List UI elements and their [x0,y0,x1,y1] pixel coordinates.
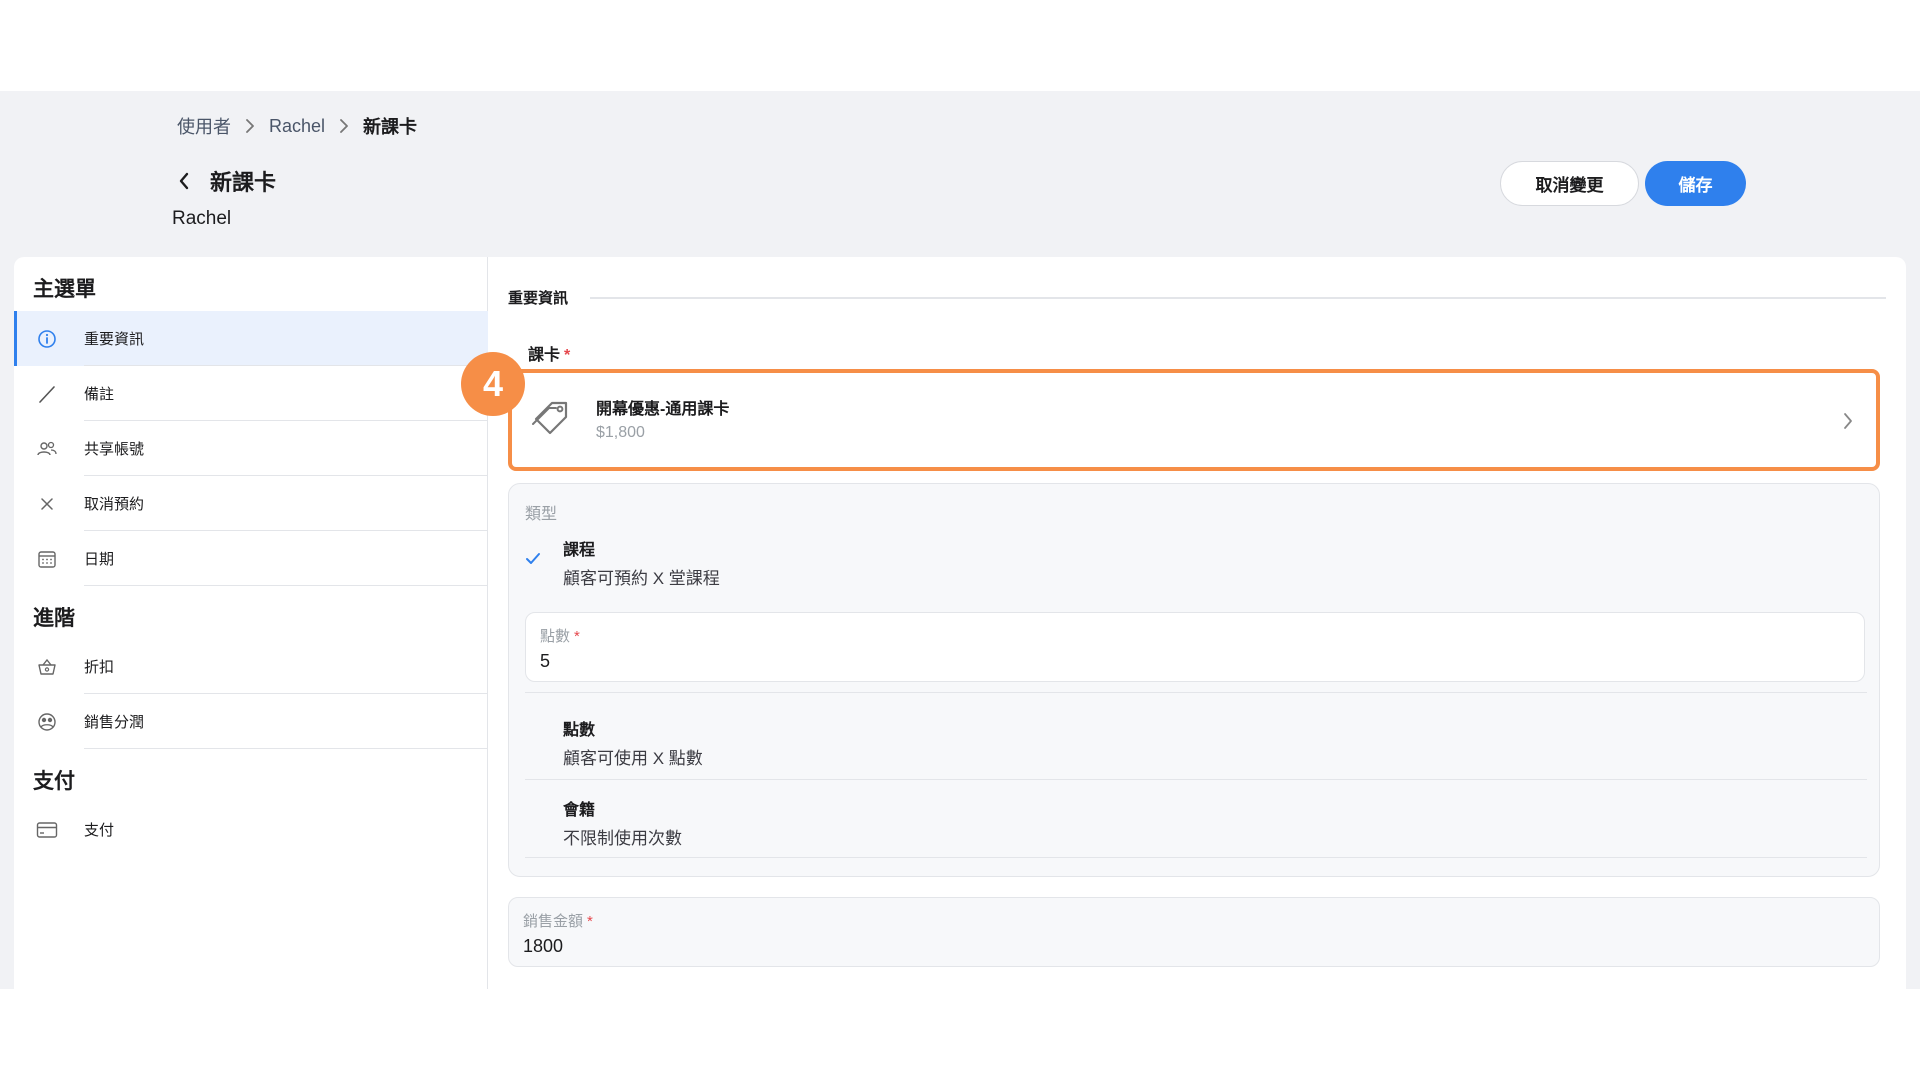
main-panel: 重要資訊 課卡 * 開幕優惠-通用課卡 $1,800 類型 課程 顧客可預約 X … [488,257,1906,989]
course-card-field-label: 課卡 * [528,341,570,365]
sale-amount-field[interactable]: 銷售金額 * 1800 [508,897,1880,967]
breadcrumb-users[interactable]: 使用者 [177,113,231,139]
users-icon [36,438,58,460]
check-icon [525,552,541,571]
section-divider [590,297,1886,299]
page-title: 新課卡 [210,170,277,195]
section-title-key-info: 重要資訊 [508,290,569,307]
course-card-price: $1,800 [596,424,645,441]
app-area: 使用者 Rachel 新課卡 新課卡 Rachel 取消變更 儲存 主選單 重要… [0,91,1920,989]
save-button[interactable]: 儲存 [1645,161,1746,206]
section-title-main: 主選單 [33,278,96,301]
sidebar-item-notes[interactable]: 備註 [14,366,488,421]
credit-card-icon [36,819,58,841]
sidebar-item-label: 取消預約 [84,496,145,513]
points-field-value[interactable]: 5 [540,651,550,672]
option-divider [509,692,1881,694]
calendar-icon [36,548,58,570]
sidebar-item-key-info[interactable]: 重要資訊 [14,311,488,366]
sidebar: 主選單 重要資訊 備註 共享帳號 取消預約 日期 進階 折扣 銷售分潤 支付 支… [14,257,488,989]
option-description: 不限制使用次數 [563,829,682,848]
divider [84,585,488,586]
sidebar-item-label: 備註 [84,386,115,403]
sidebar-item-label: 重要資訊 [84,331,145,348]
sidebar-item-payment[interactable]: 支付 [14,802,488,857]
course-card-label-text: 課卡 [528,347,561,364]
sidebar-item-commission[interactable]: 銷售分潤 [14,694,488,749]
section-title-payment: 支付 [33,770,75,793]
required-mark: * [587,913,593,930]
price-tag-icon [530,395,576,446]
breadcrumb: 使用者 Rachel 新課卡 [177,113,417,139]
amount-field-value[interactable]: 1800 [523,936,563,957]
type-label: 類型 [525,506,558,523]
option-title: 點數 [563,722,596,739]
chevron-right-icon [1842,411,1854,436]
cancel-changes-button[interactable]: 取消變更 [1500,161,1639,206]
course-card-selector[interactable]: 開幕優惠-通用課卡 $1,800 [508,369,1880,471]
chevron-right-icon [339,118,349,134]
chevron-right-icon [245,118,255,134]
type-option-membership[interactable]: 會籍 不限制使用次數 [509,780,1881,858]
sidebar-item-label: 銷售分潤 [84,714,145,731]
close-icon [36,493,58,515]
sidebar-item-label: 日期 [84,551,115,568]
page-subtitle: Rachel [172,208,232,229]
points-field-label: 點數 * [540,625,580,646]
sidebar-item-date[interactable]: 日期 [14,531,488,586]
amount-label-text: 銷售金額 [523,913,584,930]
amount-field-label: 銷售金額 * [523,910,593,931]
option-description: 顧客可使用 X 點數 [563,749,703,768]
commission-icon [36,711,58,733]
pencil-icon [36,383,58,405]
sidebar-item-label: 支付 [84,822,115,839]
step-number-badge: 4 [461,352,525,416]
sidebar-item-label: 折扣 [84,659,115,676]
points-count-field[interactable]: 點數 * 5 [525,612,1865,682]
option-title: 會籍 [563,802,596,819]
divider [525,692,1867,693]
sidebar-item-discount[interactable]: 折扣 [14,639,488,694]
title-row: 新課卡 [172,165,276,197]
divider [525,857,1867,858]
sidebar-item-shared-accounts[interactable]: 共享帳號 [14,421,488,476]
sidebar-item-label: 共享帳號 [84,441,145,458]
points-label-text: 點數 [540,628,571,645]
breadcrumb-rachel[interactable]: Rachel [269,116,325,137]
chevron-left-icon[interactable] [172,169,196,193]
breadcrumb-current: 新課卡 [363,117,418,137]
basket-icon [36,656,58,678]
course-card-name: 開幕優惠-通用課卡 [596,401,730,418]
sidebar-item-cancel-booking[interactable]: 取消預約 [14,476,488,531]
required-mark: * [564,347,571,364]
type-option-points[interactable]: 點數 顧客可使用 X 點數 [509,704,1881,780]
section-title-advanced: 進階 [33,607,75,630]
option-description: 顧客可預約 X 堂課程 [563,569,720,588]
info-icon [36,328,58,350]
type-selector: 類型 課程 顧客可預約 X 堂課程 點數 * 5 點數 顧客可使用 X 點數 會… [508,483,1880,877]
required-mark: * [574,628,580,645]
option-title: 課程 [563,542,596,559]
type-option-course[interactable]: 課程 顧客可預約 X 堂課程 [509,524,1881,594]
divider [84,748,488,749]
